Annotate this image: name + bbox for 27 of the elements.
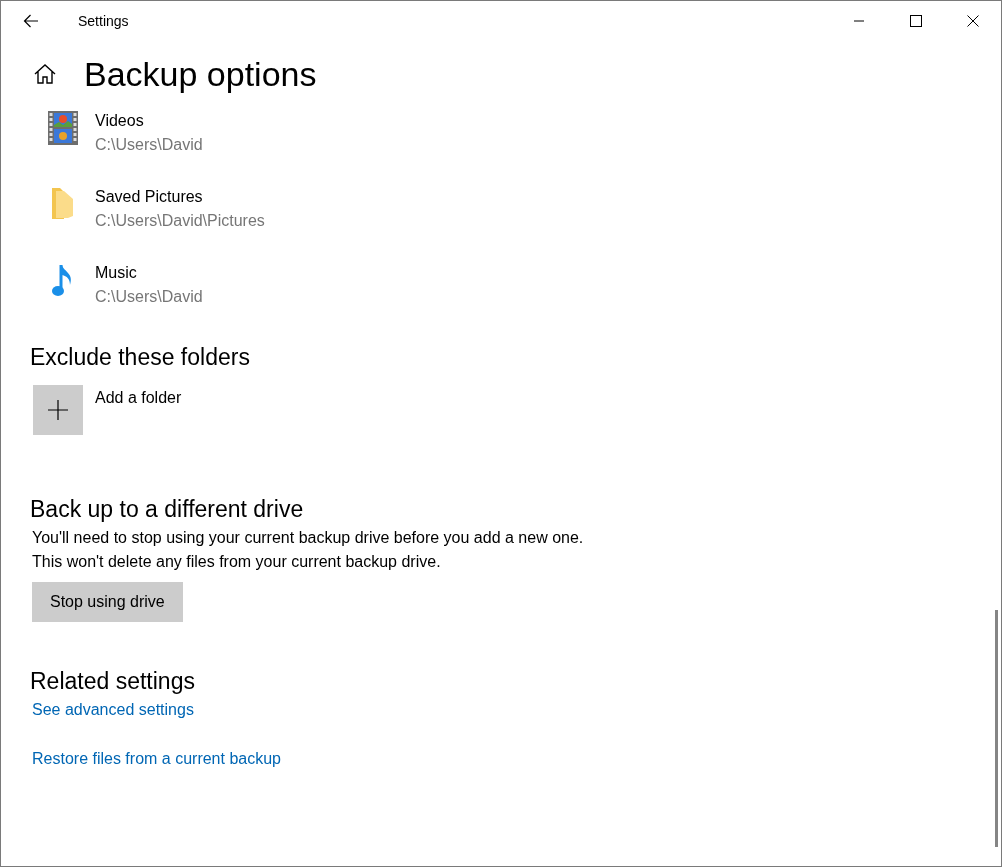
film-strip-icon — [47, 111, 78, 145]
section-heading: Back up to a different drive — [30, 495, 305, 524]
section-heading: Exclude these folders — [30, 343, 251, 372]
folder-path: C:\Users\David — [95, 287, 203, 307]
add-folder-button[interactable] — [33, 385, 83, 435]
settings-link[interactable]: Restore files from a current backup — [32, 747, 281, 771]
folder-path: C:\Users\David — [95, 135, 203, 155]
folder-name: Videos — [95, 111, 145, 131]
maximize-icon — [909, 15, 922, 27]
folder-icon — [50, 187, 75, 219]
page-title: Backup options — [84, 54, 317, 94]
music-note-icon — [51, 263, 74, 299]
plus-icon — [48, 400, 68, 420]
settings-link[interactable]: See advanced settings — [32, 698, 194, 722]
scrollbar[interactable] — [995, 610, 998, 847]
folder-path: C:\Users\David\Pictures — [95, 211, 265, 231]
close-icon — [966, 15, 979, 27]
stop-using-drive-button[interactable]: Stop using drive — [32, 582, 183, 622]
window-title: Settings — [78, 13, 129, 29]
description-text: You'll need to stop using your current backup drive before you add a new one. This won't delete any files from your current backup drive. — [32, 528, 585, 572]
add-folder-label[interactable]: Add a folder — [95, 386, 182, 410]
section-heading: Related settings — [30, 667, 196, 696]
minimize-icon — [852, 20, 865, 22]
folder-name: Music — [95, 263, 138, 283]
home-icon[interactable] — [34, 64, 56, 84]
folder-name: Saved Pictures — [95, 187, 204, 207]
back-arrow-icon — [23, 14, 39, 28]
